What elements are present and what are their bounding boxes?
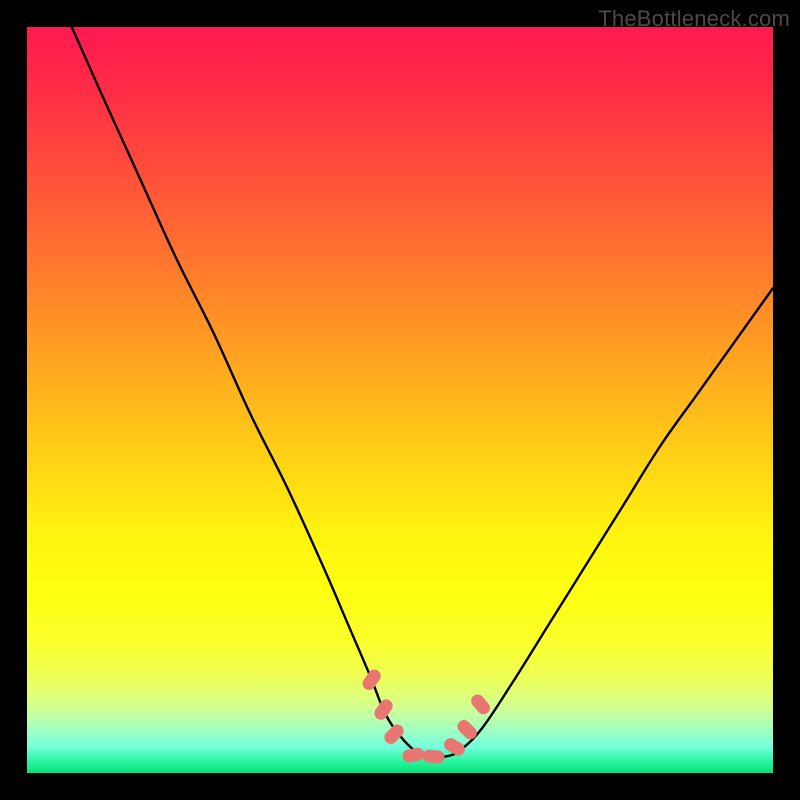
curve-marker — [372, 697, 395, 722]
curve-marker — [455, 717, 480, 742]
curve-marker — [401, 747, 425, 764]
plot-area — [27, 27, 773, 773]
marker-group — [360, 667, 493, 764]
chart-frame: TheBottleneck.com — [0, 0, 800, 800]
curve-svg — [27, 27, 773, 773]
curve-path-group — [72, 27, 773, 757]
curve-marker — [382, 722, 407, 747]
curve-marker — [422, 749, 445, 764]
bottleneck-curve — [72, 27, 773, 757]
curve-marker — [469, 692, 493, 717]
curve-marker — [360, 667, 383, 692]
